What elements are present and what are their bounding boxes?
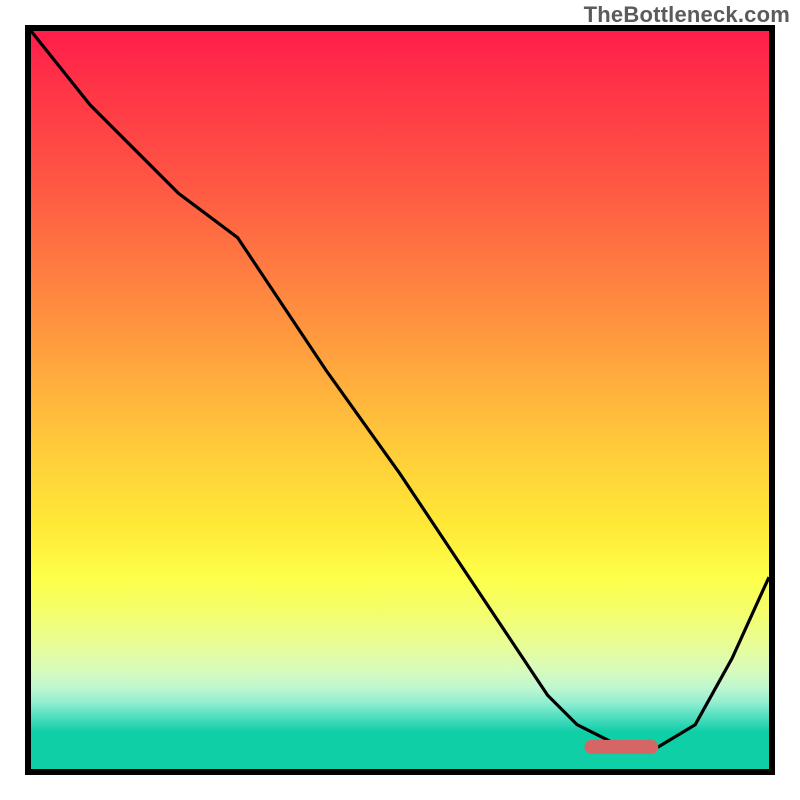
- plot-frame: [25, 25, 775, 775]
- chart-stage: TheBottleneck.com: [0, 0, 800, 800]
- bottleneck-curve: [31, 31, 769, 747]
- chart-overlay: [31, 31, 769, 769]
- optimal-marker: [585, 740, 659, 754]
- watermark-text: TheBottleneck.com: [584, 2, 790, 28]
